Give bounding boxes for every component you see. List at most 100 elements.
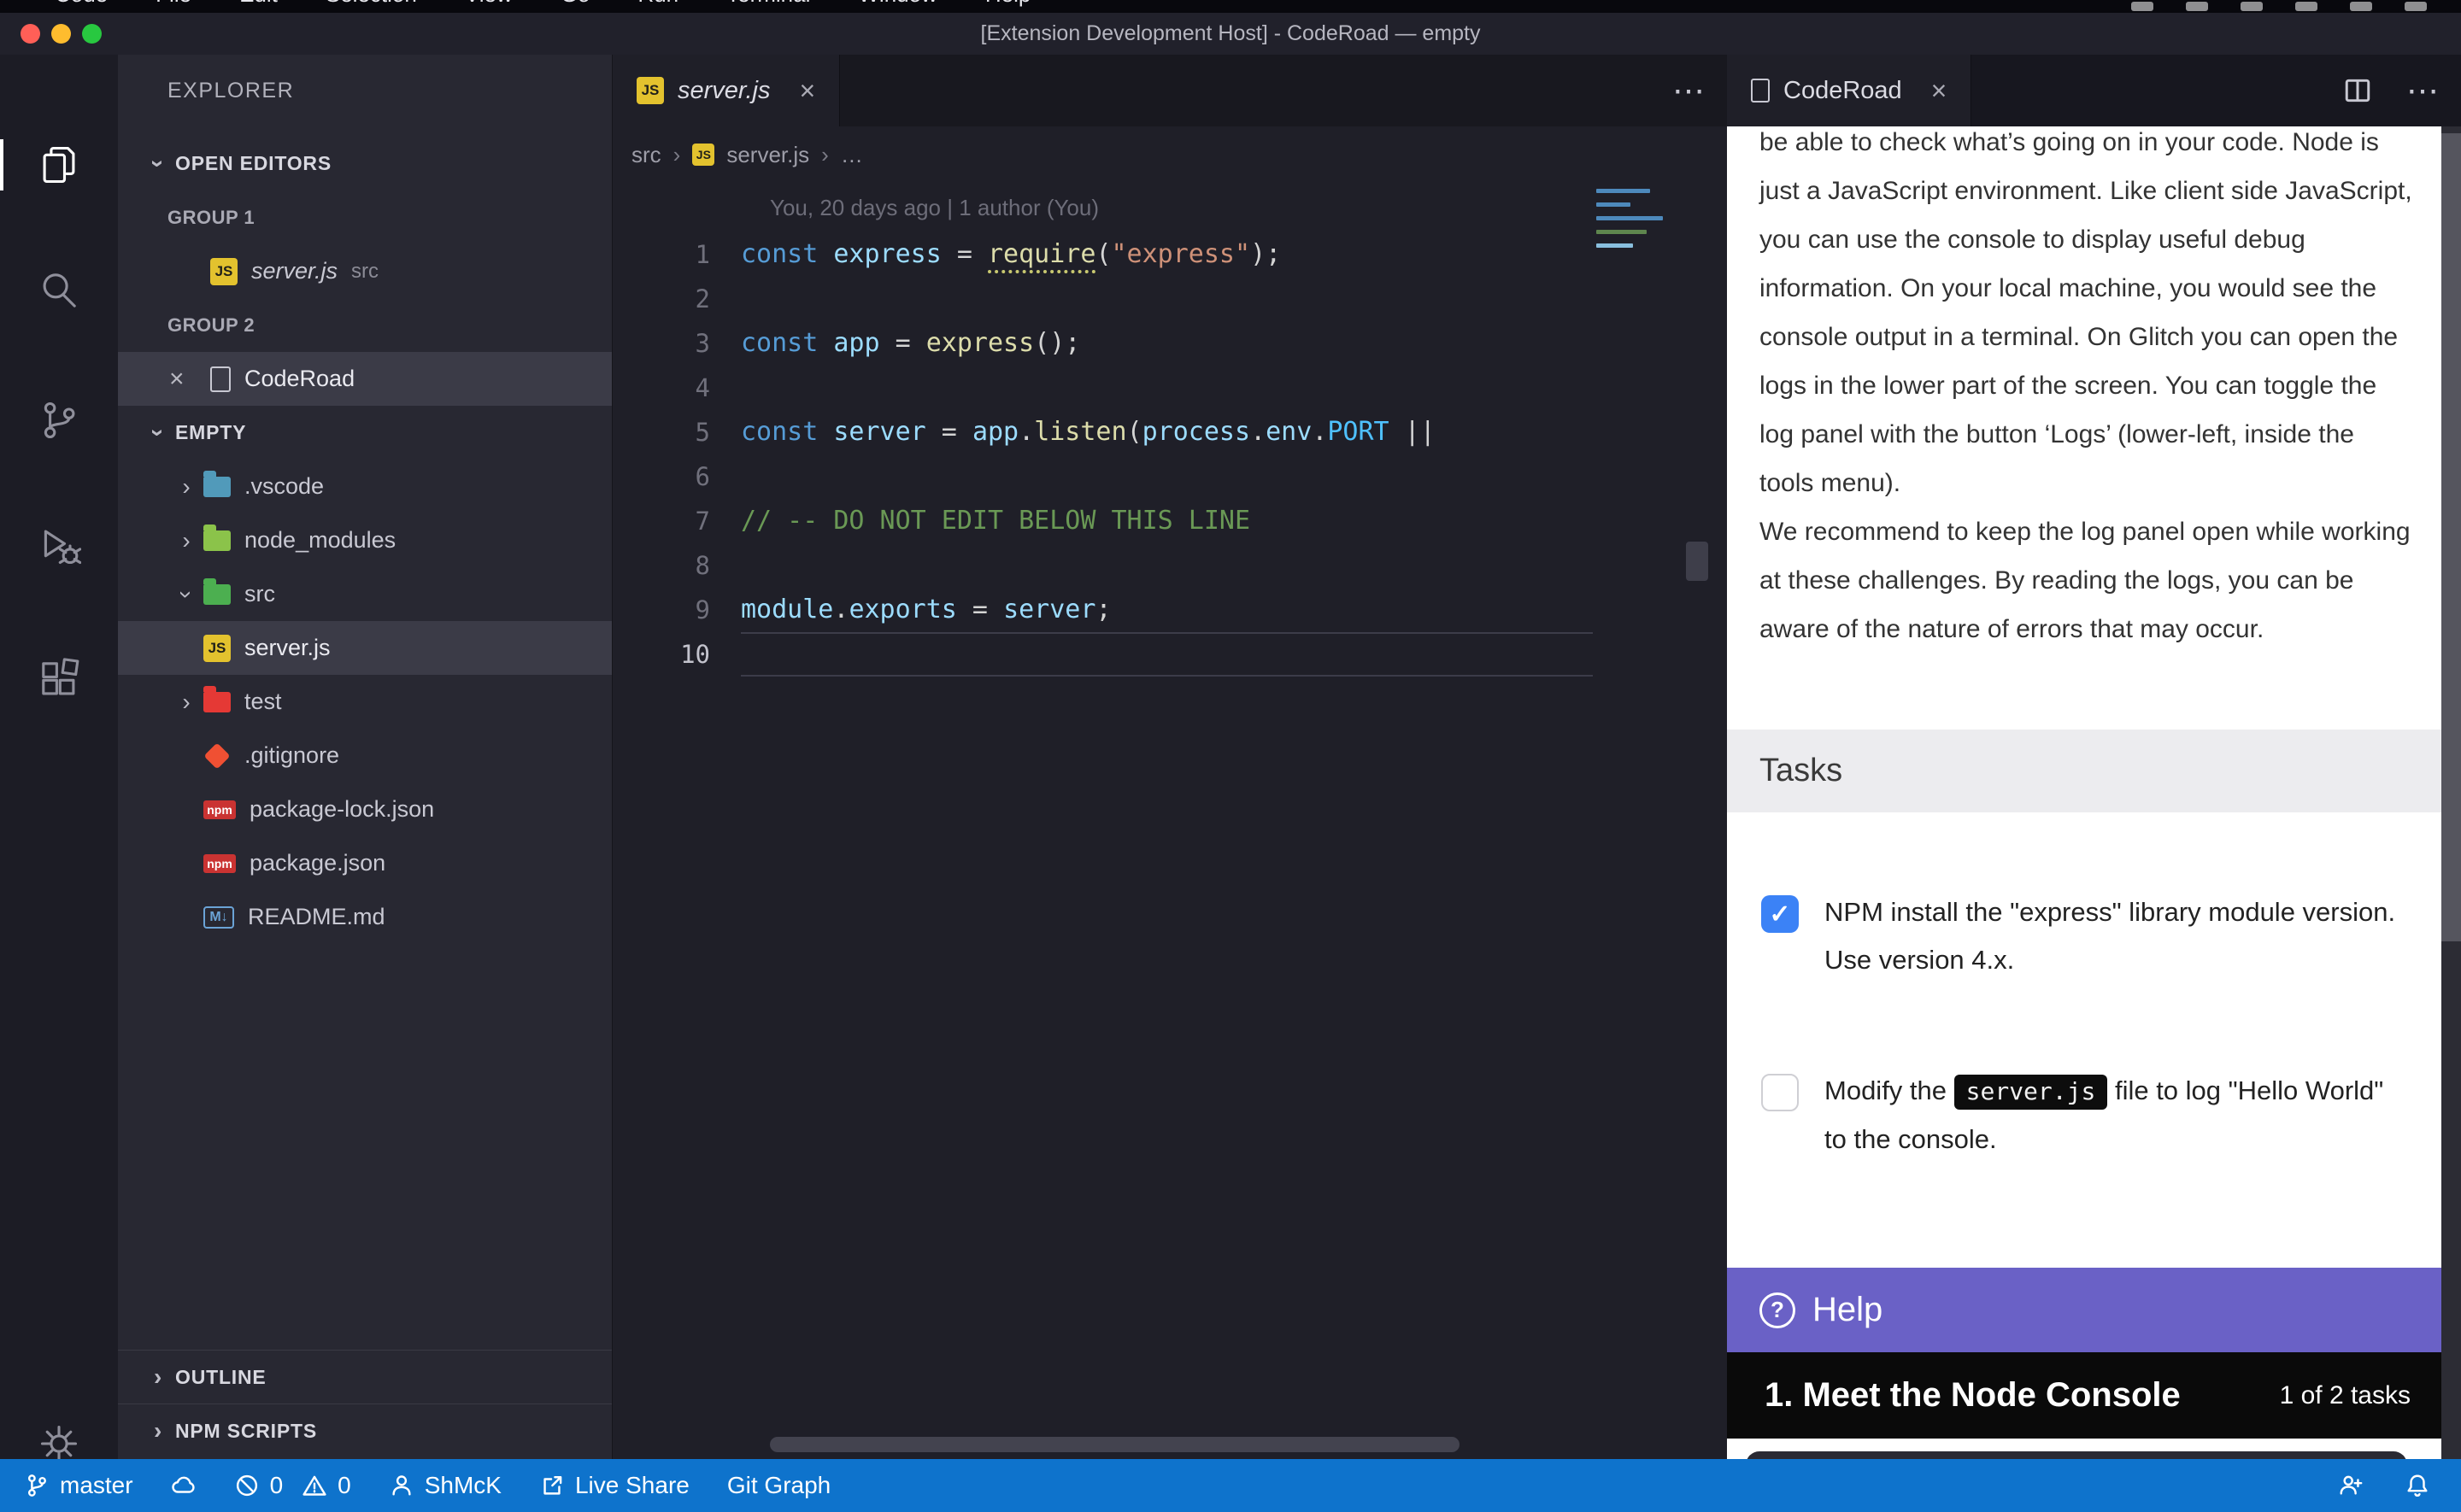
explorer-icon[interactable] <box>0 124 118 206</box>
continue-button[interactable] <box>1746 1451 2407 1459</box>
git-graph-label: Git Graph <box>727 1472 831 1499</box>
tab-server-js[interactable]: JS server.js × <box>613 55 840 126</box>
group-label: GROUP 2 <box>167 314 255 337</box>
activity-bar <box>0 55 118 1459</box>
code-line[interactable]: 4 <box>613 366 1593 410</box>
code-text: // -- DO NOT EDIT BELOW THIS LINE <box>741 499 1593 543</box>
code-text: const express = require("express"); <box>741 232 1593 277</box>
notifications-status[interactable] <box>2405 1473 2430 1498</box>
tree-item-label: package.json <box>250 850 385 876</box>
code-editor[interactable]: You, 20 days ago | 1 author (You) 1const… <box>613 183 1727 1459</box>
panel-more-actions-icon[interactable]: ⋯ <box>2406 72 2439 110</box>
code-line[interactable]: 3const app = express(); <box>613 321 1593 366</box>
split-editor-icon[interactable] <box>2343 76 2372 105</box>
code-line[interactable]: 6 <box>613 454 1593 499</box>
sidebar-item-gitignore[interactable]: .gitignore <box>118 729 612 782</box>
warning-count: 0 <box>338 1472 351 1499</box>
sidebar-item-src[interactable]: ›src <box>118 567 612 621</box>
section-empty[interactable]: ›EMPTY <box>118 406 612 460</box>
minimap[interactable] <box>1593 186 1666 257</box>
chevron-down-icon: › <box>144 147 172 181</box>
macos-status-icons <box>2131 2 2427 11</box>
open-editor-label: CodeRoad <box>244 366 355 392</box>
close-tab-icon[interactable]: × <box>800 75 816 107</box>
chevron-right-icon: › <box>169 689 203 716</box>
panel-tab-label: CodeRoad <box>1783 77 1902 105</box>
code-line[interactable]: 2 <box>613 277 1593 321</box>
lesson-title: 1. Meet the Node Console <box>1765 1376 2181 1415</box>
sidebar-item-vscode[interactable]: ›.vscode <box>118 460 612 513</box>
editor-horizontal-scrollbar[interactable] <box>770 1437 1460 1452</box>
tasks-header: Tasks <box>1727 730 2441 812</box>
extensions-icon[interactable] <box>0 638 118 720</box>
panel-scrollbar-thumb[interactable] <box>2441 133 2461 941</box>
line-number: 9 <box>613 588 741 632</box>
problems-status[interactable]: 0 0 <box>234 1472 351 1499</box>
close-editor-icon[interactable]: × <box>169 365 185 394</box>
panel-scrollbar <box>2441 126 2461 1459</box>
git-graph-status[interactable]: Git Graph <box>727 1472 831 1499</box>
branch-name: master <box>60 1472 133 1499</box>
line-number: 4 <box>613 366 741 410</box>
menu-window[interactable]: Window <box>858 0 937 8</box>
search-icon[interactable] <box>0 249 118 331</box>
code-line[interactable]: 5const server = app.listen(process.env.P… <box>613 410 1593 454</box>
sidebar-item-server-js[interactable]: JSserver.js <box>118 621 612 675</box>
open-editor-server-js[interactable]: JSserver.jssrc <box>118 244 612 298</box>
editor-more-actions-icon[interactable]: ⋯ <box>1672 72 1705 110</box>
live-share-status[interactable]: Live Share <box>539 1472 690 1499</box>
coderoad-content: be able to check what’s going on in your… <box>1727 126 2441 1459</box>
help-bar[interactable]: ? Help <box>1727 1268 2441 1352</box>
task-item: ✓NPM install the "express" library modul… <box>1761 888 2407 984</box>
menu-go[interactable]: Go <box>561 0 590 8</box>
open-editor-coderoad[interactable]: × CodeRoad <box>118 352 612 406</box>
breadcrumb-item-[interactable]: … <box>841 142 863 168</box>
section-npm-scripts[interactable]: ›NPM SCRIPTS <box>118 1404 612 1457</box>
code-line[interactable]: 7// -- DO NOT EDIT BELOW THIS LINE <box>613 499 1593 543</box>
account-status[interactable]: ShMcK <box>389 1472 502 1499</box>
code-line[interactable]: 10 <box>613 632 1593 677</box>
lesson-progress: 1 of 2 tasks <box>2280 1381 2411 1410</box>
code-line[interactable]: 1const express = require("express"); <box>613 232 1593 277</box>
window-title: [Extension Development Host] - CodeRoad … <box>0 21 2461 46</box>
sidebar-item-node-modules[interactable]: ›node_modules <box>118 513 612 567</box>
open-editor-detail: src <box>351 260 379 284</box>
breadcrumb-item-server-js[interactable]: server.js <box>726 142 809 168</box>
menu-selection[interactable]: Selection <box>326 0 417 8</box>
section-label: NPM SCRIPTS <box>175 1420 317 1443</box>
close-panel-tab-icon[interactable]: × <box>1931 75 1947 107</box>
tab-coderoad[interactable]: CodeRoad × <box>1727 55 1971 126</box>
source-control-icon[interactable] <box>0 379 118 461</box>
sidebar-item-package-json[interactable]: npmpackage.json <box>118 836 612 890</box>
task-checkbox[interactable] <box>1761 1074 1799 1111</box>
menu-help[interactable]: Help <box>985 0 1031 8</box>
section-outline[interactable]: ›OUTLINE <box>118 1350 612 1404</box>
code-line[interactable]: 8 <box>613 543 1593 588</box>
sidebar-item-package-lock-json[interactable]: npmpackage-lock.json <box>118 782 612 836</box>
editor-vertical-scrollbar[interactable] <box>1686 542 1708 581</box>
warning-icon <box>302 1473 327 1498</box>
menu-run[interactable]: Run <box>637 0 678 8</box>
menu-terminal[interactable]: Terminal <box>726 0 810 8</box>
file-icon <box>210 366 231 392</box>
git-branch-status[interactable]: master <box>24 1472 133 1499</box>
menu-view[interactable]: View <box>465 0 513 8</box>
task-checkbox[interactable]: ✓ <box>1761 895 1799 933</box>
js-file-icon: JS <box>203 635 231 662</box>
menu-code[interactable]: Code <box>55 0 108 8</box>
menu-edit[interactable]: Edit <box>239 0 278 8</box>
sidebar-item-readme-md[interactable]: M↓README.md <box>118 890 612 944</box>
code-text <box>741 543 1593 588</box>
lesson-paragraph: We recommend to keep the log panel open … <box>1759 507 2412 653</box>
bell-icon <box>2405 1473 2430 1498</box>
invite-status[interactable] <box>2338 1473 2364 1498</box>
breadcrumb-item-src[interactable]: src <box>631 142 661 168</box>
sidebar-item-test[interactable]: ›test <box>118 675 612 729</box>
code-line[interactable]: 9module.exports = server; <box>613 588 1593 632</box>
section-open-editors[interactable]: ›OPEN EDITORS <box>118 137 612 190</box>
chevron-down-icon: › <box>173 577 200 612</box>
sync-status[interactable] <box>171 1473 197 1498</box>
run-debug-icon[interactable] <box>0 505 118 587</box>
window-title-bar: [Extension Development Host] - CodeRoad … <box>0 13 2461 55</box>
menu-file[interactable]: File <box>156 0 191 8</box>
